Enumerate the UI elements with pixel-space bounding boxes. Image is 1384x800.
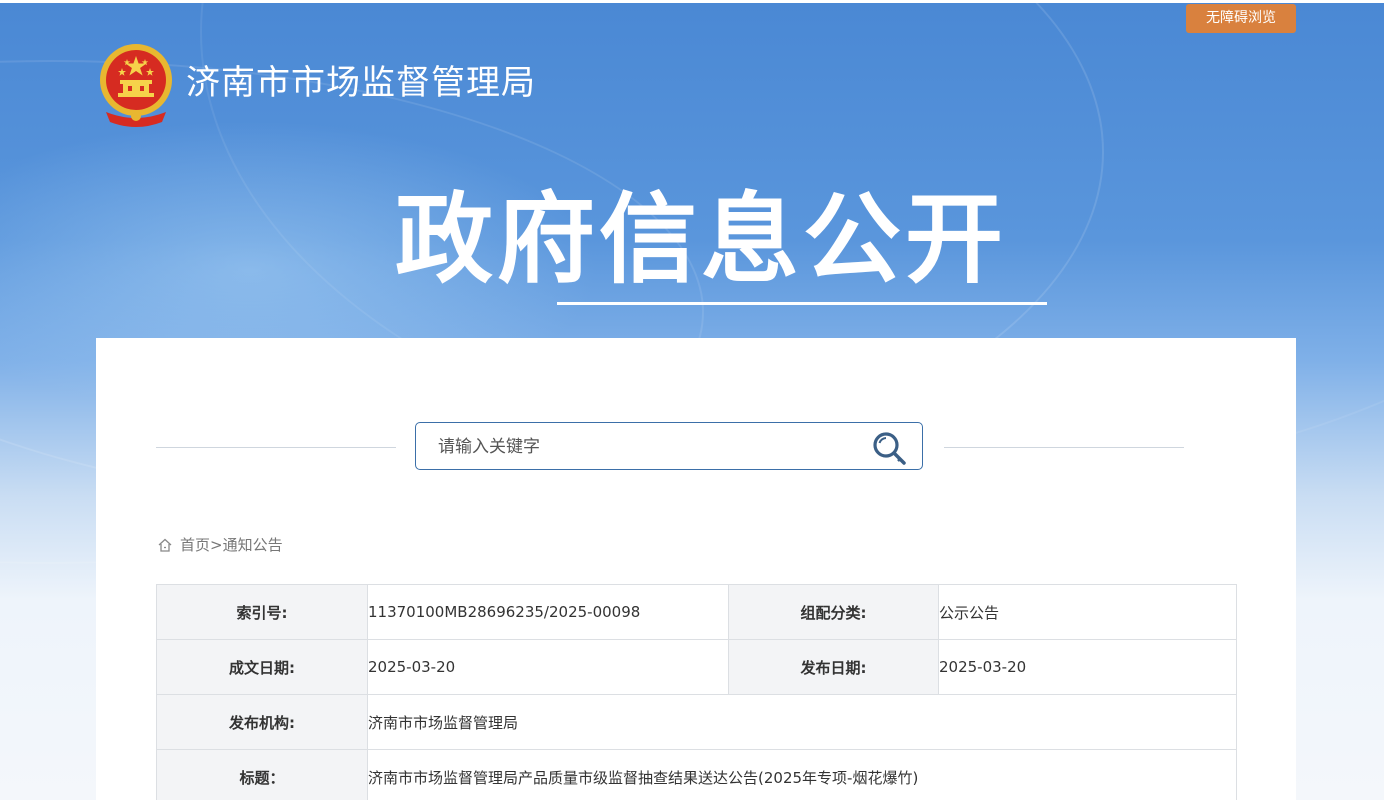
- document-meta-table: 索引号: 11370100MB28696235/2025-00098 组配分类:…: [156, 584, 1237, 800]
- search-icon[interactable]: [868, 427, 910, 469]
- accessibility-button[interactable]: 无障碍浏览: [1186, 4, 1296, 33]
- category-label: 组配分类:: [728, 584, 939, 640]
- issuer-label: 发布机构:: [156, 694, 368, 750]
- site-title: 济南市市场监督管理局: [186, 63, 536, 103]
- search-divider-left: [156, 447, 396, 448]
- breadcrumb-current-link[interactable]: 通知公告: [223, 534, 283, 556]
- issuer-value: 济南市市场监督管理局: [367, 694, 1237, 750]
- index-number-label: 索引号:: [156, 584, 368, 640]
- published-date-value: 2025-03-20: [938, 639, 1237, 695]
- meta-row: 标题： 济南市市场监督管理局产品质量市级监督抽查结果送达公告(2025年专项-烟…: [156, 749, 1237, 800]
- category-value: 公示公告: [938, 584, 1237, 640]
- search-divider-right: [944, 447, 1184, 448]
- published-date-label: 发布日期:: [728, 639, 939, 695]
- index-number-value: 11370100MB28696235/2025-00098: [367, 584, 729, 640]
- hero-title: 政府信息公开: [395, 183, 1008, 297]
- search-input[interactable]: [436, 423, 860, 471]
- breadcrumb: 首页 > 通知公告: [157, 534, 283, 556]
- search-box: [415, 422, 923, 471]
- created-date-label: 成文日期:: [156, 639, 368, 695]
- national-emblem-icon[interactable]: [96, 42, 176, 128]
- page: 无障碍浏览 济南市市场监督管理局 政府信息公开 请输入关键字 首页 > 通知公告…: [0, 0, 1384, 800]
- meta-row: 索引号: 11370100MB28696235/2025-00098 组配分类:…: [156, 584, 1237, 640]
- breadcrumb-home-link[interactable]: 首页: [180, 534, 210, 556]
- title-value: 济南市市场监督管理局产品质量市级监督抽查结果送达公告(2025年专项-烟花爆竹): [367, 749, 1237, 800]
- created-date-value: 2025-03-20: [367, 639, 729, 695]
- home-icon: [158, 538, 172, 552]
- meta-row: 成文日期: 2025-03-20 发布日期: 2025-03-20: [156, 639, 1237, 695]
- meta-row: 发布机构: 济南市市场监督管理局: [156, 694, 1237, 750]
- title-label: 标题：: [156, 749, 368, 800]
- breadcrumb-separator: >: [210, 536, 223, 554]
- hero-underline: [557, 302, 1047, 305]
